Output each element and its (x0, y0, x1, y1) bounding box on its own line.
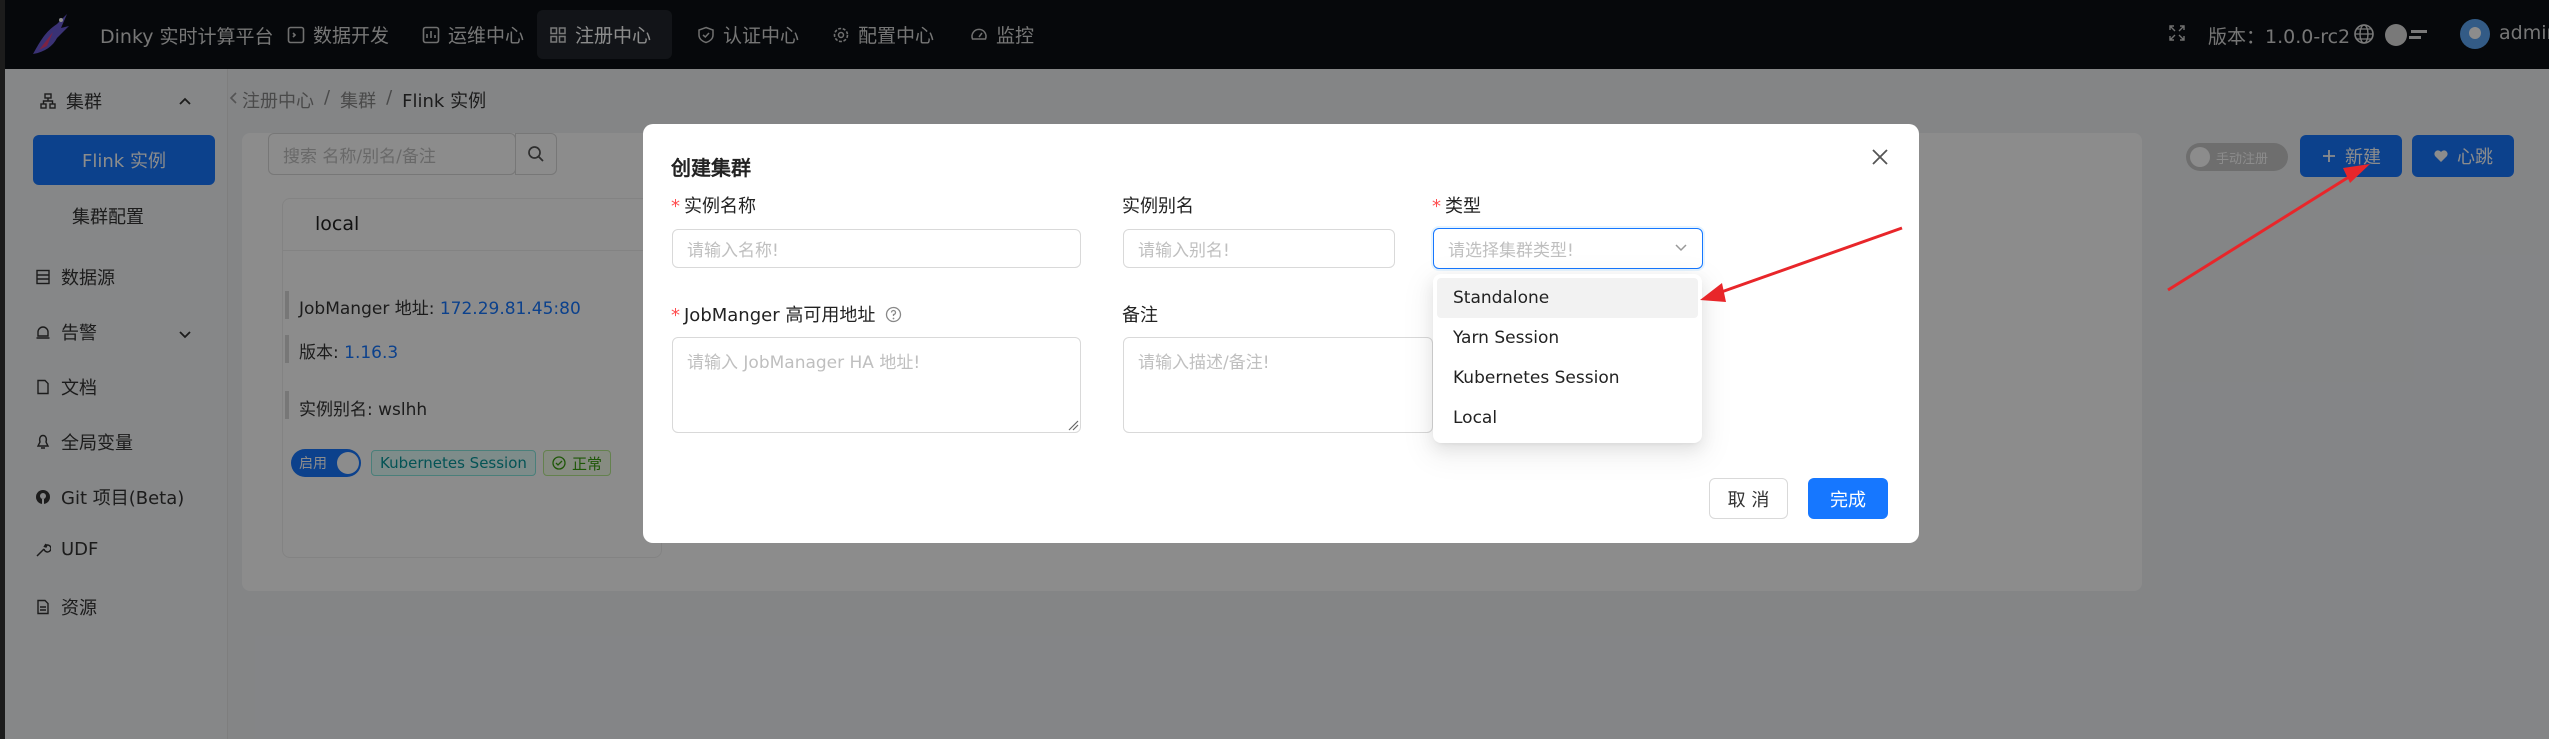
type-option-local[interactable]: Local (1437, 398, 1698, 438)
modal-title: 创建集群 (671, 156, 751, 180)
type-label: * 类型 (1432, 192, 1481, 218)
alias-label: 实例别名 (1122, 196, 1194, 217)
close-icon[interactable] (1871, 148, 1889, 171)
cancel-button[interactable]: 取 消 (1709, 478, 1788, 519)
type-dropdown-menu: Standalone Yarn Session Kubernetes Sessi… (1433, 274, 1702, 443)
finish-button[interactable]: 完成 (1808, 478, 1888, 519)
type-option-yarn-session[interactable]: Yarn Session (1437, 318, 1698, 358)
type-select[interactable]: 请选择集群类型! (1433, 228, 1703, 269)
type-label-text: 类型 (1445, 196, 1481, 217)
type-option-kubernetes-session[interactable]: Kubernetes Session (1437, 358, 1698, 398)
required-mark: * (1432, 196, 1441, 217)
app-root: Dinky 实时计算平台 数据开发 运维中心 注册中心 认证中心 配置中心 监控 (0, 0, 2549, 739)
ha-textarea[interactable]: 请输入 JobManager HA 地址! (672, 337, 1081, 433)
ha-label: * JobManger 高可用地址 (671, 301, 902, 327)
alias-input[interactable]: 请输入别名! (1123, 229, 1395, 268)
required-mark: * (671, 196, 680, 217)
help-icon[interactable] (885, 306, 902, 323)
ha-label-text: JobManger 高可用地址 (684, 305, 876, 326)
note-label: 备注 (1122, 305, 1158, 326)
type-option-standalone[interactable]: Standalone (1437, 278, 1698, 318)
note-textarea[interactable]: 请输入描述/备注! (1123, 337, 1433, 433)
create-cluster-modal: 创建集群 * 实例名称 请输入名称! 实例别名 请输入别名! * 类型 请选择集群类… (643, 124, 1919, 543)
name-label-text: 实例名称 (684, 196, 756, 217)
required-mark: * (671, 305, 680, 326)
name-label: * 实例名称 (671, 192, 756, 218)
type-select-placeholder: 请选择集群类型! (1448, 241, 1574, 261)
name-input[interactable]: 请输入名称! (672, 229, 1081, 268)
chevron-down-icon (1675, 244, 1687, 252)
resize-handle-icon[interactable] (1067, 419, 1079, 431)
